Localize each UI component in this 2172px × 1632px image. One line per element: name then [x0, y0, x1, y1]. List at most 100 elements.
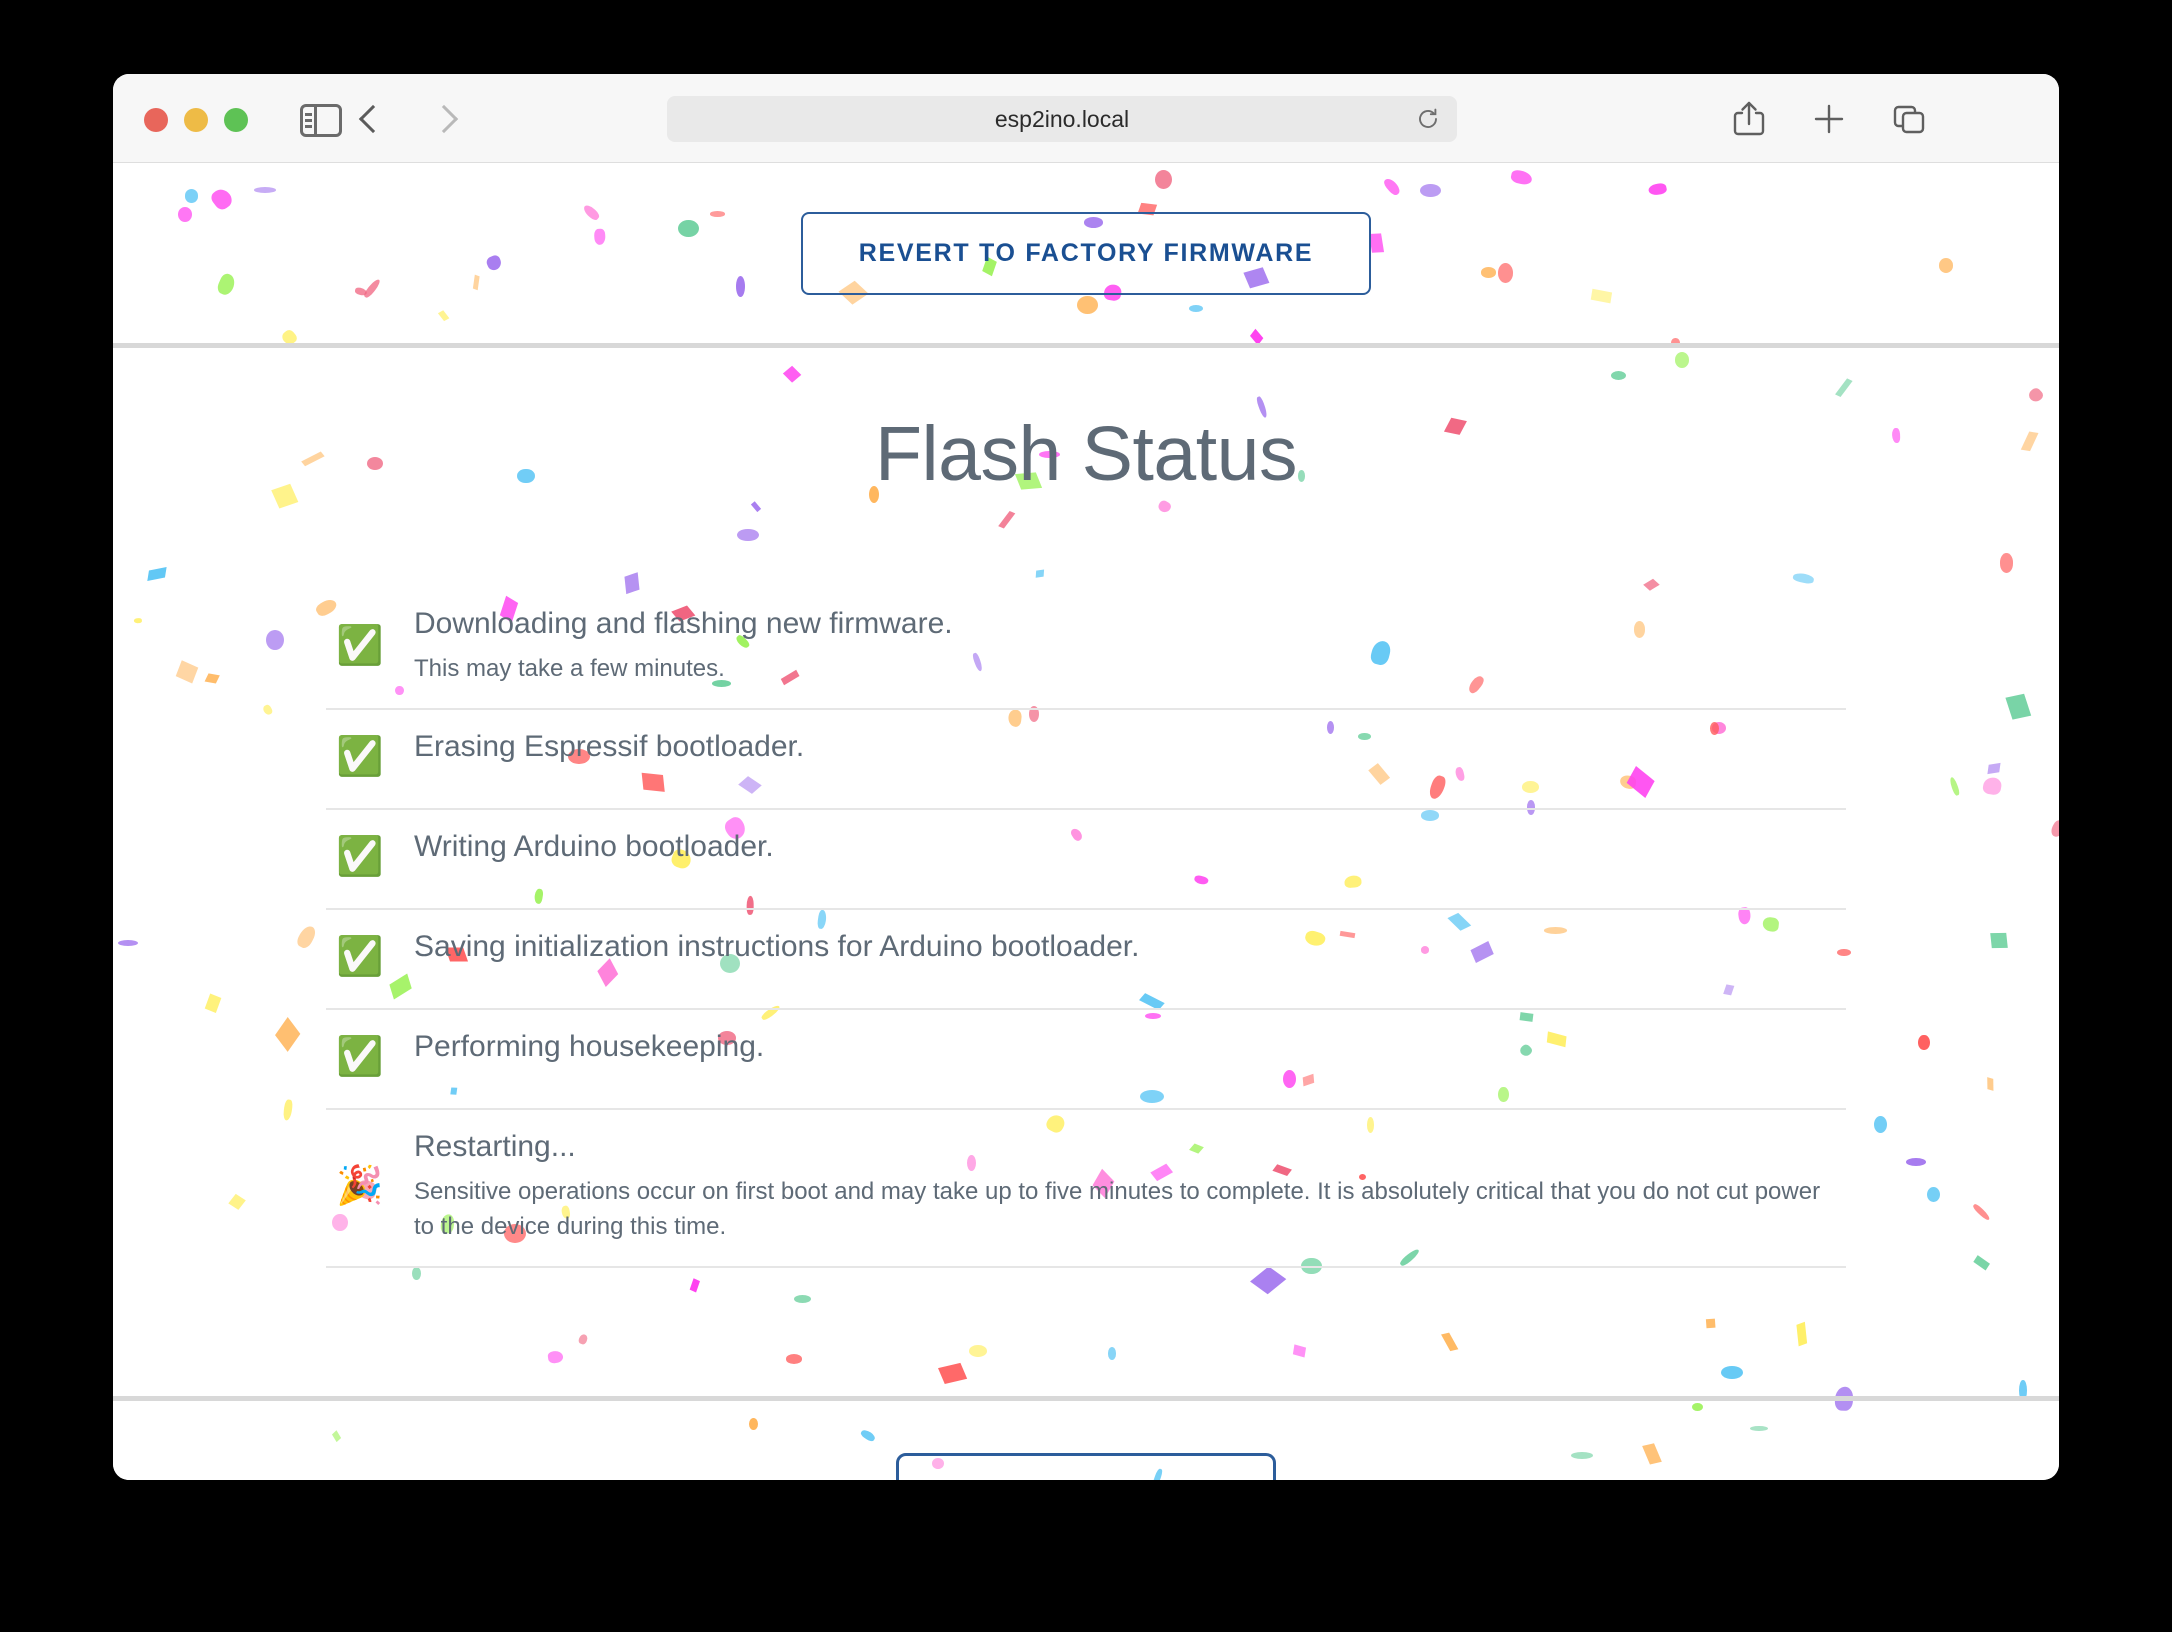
sidebar-icon-line: [305, 119, 312, 122]
flash-status-row-subtitle: Sensitive operations occur on first boot…: [414, 1177, 1821, 1240]
flash-status-row-body: Downloading and flashing new firmware. Th…: [414, 605, 1846, 686]
chevron-left-icon[interactable]: [361, 103, 381, 137]
confetti-piece: [1927, 1186, 1941, 1203]
confetti-piece: [1692, 1403, 1704, 1412]
confetti-piece: [1705, 1318, 1716, 1329]
plus-icon[interactable]: [1811, 100, 1847, 138]
confetti-piece: [1611, 370, 1627, 381]
confetti-piece: [1036, 569, 1045, 578]
confetti-piece: [261, 703, 274, 717]
flash-status-row: 🎉 Restarting... Sensitive operations occur…: [326, 1110, 1846, 1269]
confetti-piece: [937, 1363, 967, 1384]
confetti-piece: [2005, 693, 2032, 720]
confetti-piece: [331, 1430, 341, 1442]
close-window-button[interactable]: [144, 108, 168, 132]
confetti-piece: [2026, 386, 2046, 406]
confetti-piece: [1750, 1426, 1768, 1432]
confetti-piece: [997, 510, 1015, 529]
confetti-piece: [1918, 1034, 1930, 1051]
confetti-piece: [266, 629, 284, 650]
confetti-piece: [689, 1277, 701, 1293]
confetti-piece: [794, 1294, 812, 1303]
check-mark-button-icon: ✅: [336, 936, 384, 979]
bottom-action-bar: [113, 1453, 2059, 1480]
confetti-piece: [1948, 775, 1962, 796]
confetti-piece: [749, 1417, 759, 1431]
confetti-piece: [1987, 763, 2001, 775]
page-content: REVERT TO FACTORY FIRMWARE Flash Status …: [113, 163, 2059, 1480]
flash-status-row-title: Performing housekeeping.: [414, 1030, 765, 1064]
confetti-piece: [1905, 1158, 1927, 1167]
confetti-piece: [411, 1266, 421, 1281]
top-action-bar: REVERT TO FACTORY FIRMWARE: [113, 163, 2059, 343]
confetti-piece: [1834, 378, 1853, 398]
flash-status-row-body: Saving initialization instructions for A…: [414, 928, 1846, 966]
share-icon[interactable]: [1731, 100, 1767, 138]
confetti-piece: [1156, 499, 1173, 515]
confetti-piece: [1982, 776, 2003, 796]
flash-status-row-body: Performing housekeeping.: [414, 1028, 1846, 1066]
confetti-piece: [750, 500, 761, 512]
confetti-piece: [133, 617, 142, 624]
confetti-piece: [859, 1428, 877, 1443]
confetti-piece: [146, 567, 167, 581]
footer-divider: [113, 1396, 2059, 1401]
party-popper-icon: 🎉: [336, 1165, 384, 1208]
confetti-piece: [1721, 1365, 1744, 1380]
flash-status-row: ✅ Downloading and flashing new firmware. T…: [326, 587, 1846, 711]
flash-status-row-body: Restarting... Sensitive operations occur …: [414, 1128, 1846, 1244]
bottom-action-button[interactable]: [896, 1453, 1276, 1480]
browser-window: esp2ino.local REVERT TO FACTORY FIRMWARE…: [113, 74, 2059, 1480]
address-bar[interactable]: esp2ino.local: [667, 96, 1457, 142]
confetti-piece: [1986, 1076, 1993, 1091]
flash-status-row-title: Writing Arduino bootloader.: [414, 830, 774, 864]
header-divider: [113, 343, 2059, 348]
sidebar-icon-line: [305, 125, 312, 128]
flash-status-row-body: Writing Arduino bootloader.: [414, 828, 1846, 866]
confetti-piece: [1990, 932, 2008, 948]
zoom-window-button[interactable]: [224, 108, 248, 132]
confetti-piece: [1973, 1255, 1990, 1271]
confetti-piece: [1440, 1332, 1459, 1352]
confetti-piece: [294, 923, 318, 950]
flash-status-row: ✅ Saving initialization instructions for …: [326, 910, 1846, 1011]
flash-status-row: ✅ Writing Arduino bootloader.: [326, 810, 1846, 911]
url-text: esp2ino.local: [994, 105, 1130, 132]
confetti-piece: [117, 939, 138, 946]
check-mark-button-icon: ✅: [336, 736, 384, 779]
flash-status-row-title: Downloading and flashing new firmware.: [414, 607, 953, 640]
confetti-piece: [782, 365, 802, 383]
confetti-piece: [1293, 1344, 1307, 1358]
confetti-piece: [1873, 1115, 1888, 1133]
revert-to-factory-firmware-button[interactable]: REVERT TO FACTORY FIRMWARE: [800, 211, 1372, 295]
confetti-piece: [204, 673, 220, 684]
flash-status-row-subtitle: This may take a few minutes.: [414, 654, 725, 682]
reload-icon[interactable]: [1416, 107, 1440, 131]
flash-status-row: ✅ Performing housekeeping.: [326, 1010, 1846, 1111]
tab-overview-icon[interactable]: [1891, 100, 1927, 138]
confetti-piece: [1971, 1202, 1991, 1222]
confetti-piece: [1795, 1322, 1807, 1347]
confetti-piece: [275, 1016, 301, 1052]
flash-status-row-title: Erasing Espressif bootloader.: [414, 730, 805, 764]
confetti-piece: [176, 660, 199, 684]
sidebar-icon-line: [305, 113, 312, 116]
flash-status-list: ✅ Downloading and flashing new firmware. T…: [326, 587, 1846, 1269]
flash-status-row-body: Erasing Espressif bootloader.: [414, 728, 1846, 766]
chevron-right-icon[interactable]: [433, 103, 453, 137]
confetti-piece: [204, 992, 222, 1013]
confetti-piece: [1250, 1266, 1286, 1294]
browser-toolbar: esp2ino.local: [113, 74, 2059, 163]
flash-status-row-title: Saving initialization instructions for A…: [414, 930, 1140, 964]
confetti-piece: [785, 1354, 803, 1364]
confetti-piece: [1674, 351, 1690, 369]
confetti-piece: [282, 1099, 294, 1122]
sidebar-icon-split: [314, 107, 317, 134]
sidebar-icon[interactable]: [300, 104, 342, 137]
confetti-piece: [577, 1332, 589, 1345]
flash-status-row: ✅ Erasing Espressif bootloader.: [326, 710, 1846, 811]
check-mark-button-icon: ✅: [336, 836, 384, 879]
check-mark-button-icon: ✅: [336, 1036, 384, 1079]
confetti-piece: [2049, 818, 2059, 839]
minimize-window-button[interactable]: [184, 108, 208, 132]
